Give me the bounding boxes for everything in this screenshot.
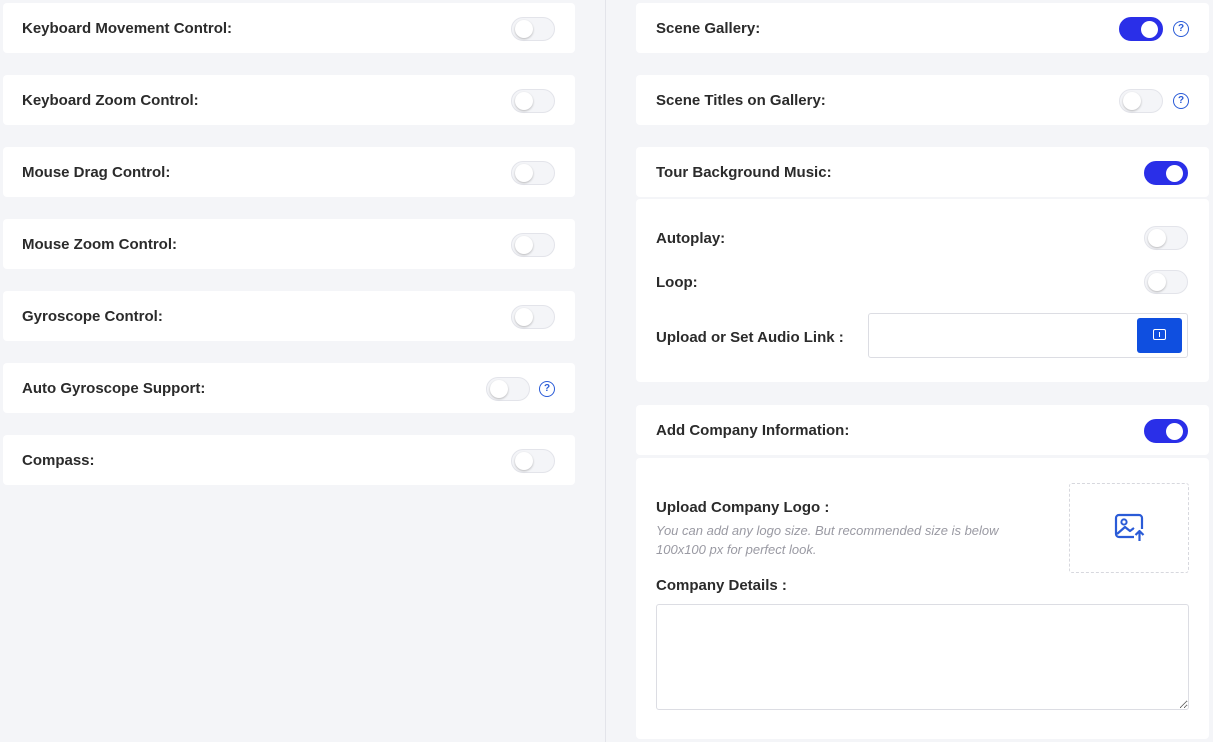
auto-gyroscope-card: Auto Gyroscope Support: ? (3, 363, 575, 413)
compass-card: Compass: (3, 435, 575, 485)
keyboard-movement-label: Keyboard Movement Control: (22, 20, 233, 37)
auto-gyroscope-toggle[interactable] (486, 377, 530, 401)
toggle-knob (1123, 92, 1141, 110)
gyroscope-card: Gyroscope Control: (3, 291, 575, 341)
company-details-textarea[interactable] (656, 604, 1189, 710)
mouse-drag-label: Mouse Drag Control: (22, 164, 171, 181)
compass-label: Compass: (22, 452, 95, 469)
mouse-drag-toggle[interactable] (511, 161, 555, 185)
loop-label: Loop: (656, 274, 698, 291)
company-info-toggle[interactable] (1144, 419, 1188, 443)
mouse-zoom-toggle[interactable] (511, 233, 555, 257)
upload-icon (1153, 329, 1166, 340)
scene-gallery-card: Scene Gallery: ? (636, 3, 1209, 53)
toggle-knob (515, 92, 533, 110)
keyboard-zoom-toggle[interactable] (511, 89, 555, 113)
keyboard-zoom-card: Keyboard Zoom Control: (3, 75, 575, 125)
auto-gyroscope-label: Auto Gyroscope Support: (22, 380, 206, 397)
scene-titles-label: Scene Titles on Gallery: (656, 92, 826, 109)
autoplay-label: Autoplay: (656, 230, 726, 247)
scene-titles-toggle[interactable] (1119, 89, 1163, 113)
toggle-knob (1166, 423, 1183, 440)
logo-label: Upload Company Logo : (656, 499, 830, 516)
help-icon[interactable]: ? (1173, 21, 1189, 37)
scene-gallery-toggle[interactable] (1119, 17, 1163, 41)
gyroscope-toggle[interactable] (511, 305, 555, 329)
keyboard-movement-card: Keyboard Movement Control: (3, 3, 575, 53)
toggle-knob (515, 20, 533, 38)
logo-upload-box[interactable] (1069, 483, 1189, 573)
company-info-label: Add Company Information: (656, 422, 850, 439)
help-icon[interactable]: ? (539, 381, 555, 397)
scene-gallery-label: Scene Gallery: (656, 20, 761, 37)
toggle-knob (1166, 165, 1183, 182)
background-music-label: Tour Background Music: (656, 164, 832, 181)
toggle-knob (1148, 273, 1166, 291)
loop-toggle[interactable] (1144, 270, 1188, 294)
background-music-toggle[interactable] (1144, 161, 1188, 185)
toggle-knob (1148, 229, 1166, 247)
audio-upload-button[interactable] (1137, 318, 1182, 353)
column-divider (605, 0, 606, 742)
company-info-card: Add Company Information: (636, 405, 1209, 455)
autoplay-toggle[interactable] (1144, 226, 1188, 250)
image-upload-icon (1114, 513, 1145, 542)
logo-hint-line2: 100x100 px for perfect look. (656, 542, 817, 557)
gyroscope-label: Gyroscope Control: (22, 308, 163, 325)
toggle-knob (515, 164, 533, 182)
keyboard-zoom-label: Keyboard Zoom Control: (22, 92, 199, 109)
toggle-knob (515, 452, 533, 470)
audio-link-label: Upload or Set Audio Link : (656, 329, 844, 346)
compass-toggle[interactable] (511, 449, 555, 473)
mouse-drag-card: Mouse Drag Control: (3, 147, 575, 197)
mouse-zoom-label: Mouse Zoom Control: (22, 236, 177, 253)
toggle-knob (515, 308, 533, 326)
help-icon[interactable]: ? (1173, 93, 1189, 109)
toggle-knob (515, 236, 533, 254)
toggle-knob (1141, 21, 1158, 38)
toggle-knob (490, 380, 508, 398)
background-music-card: Tour Background Music: (636, 147, 1209, 197)
keyboard-movement-toggle[interactable] (511, 17, 555, 41)
company-details-label: Company Details : (656, 577, 787, 594)
audio-link-input[interactable] (869, 314, 1129, 357)
scene-titles-card: Scene Titles on Gallery: ? (636, 75, 1209, 125)
logo-hint-line1: You can add any logo size. But recommend… (656, 523, 999, 538)
mouse-zoom-card: Mouse Zoom Control: (3, 219, 575, 269)
